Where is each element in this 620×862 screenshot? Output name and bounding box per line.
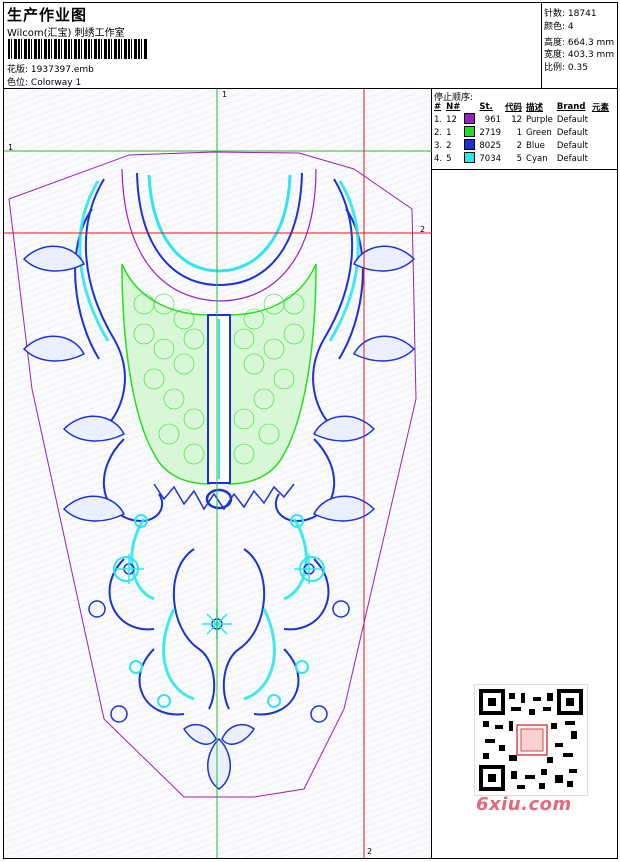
- col-stitches: St.: [479, 102, 493, 112]
- design-file-label: 花版:: [7, 65, 29, 75]
- col-desc: 描述: [526, 103, 544, 113]
- stat-stitches: 针数: 18741: [544, 9, 597, 19]
- stats-panel: 针数: 18741 颜色: 4 高度: 664.3 mm 宽度: 403.3 m…: [542, 3, 617, 89]
- col-index: #: [434, 102, 442, 112]
- color-swatch: [464, 113, 476, 124]
- guide-label-v2: 2: [367, 847, 373, 856]
- design-file-name: 1937397.emb: [30, 65, 94, 75]
- color-swatch: [464, 152, 476, 163]
- green-fill-right: [228, 263, 317, 485]
- color-swatch: [464, 139, 476, 150]
- table-row: 2. 1 2719 1 Green Default: [434, 126, 588, 138]
- table-row: 4. 5 7034 5 Cyan Default: [434, 152, 588, 164]
- stat-scale: 比例: 0.35: [544, 63, 588, 73]
- table-row: 3. 2 8025 2 Blue Default: [434, 139, 588, 151]
- col-code: 代码: [505, 103, 523, 113]
- col-brand: Brand: [556, 102, 586, 112]
- qr-code-icon: [474, 684, 588, 796]
- colorway-row: 色位: Colorway 1: [7, 75, 81, 88]
- green-fill-left: [121, 263, 210, 485]
- col-needle: N#: [446, 102, 461, 112]
- production-worksheet: 生产作业图 Wilcom(汇宝) 刺绣工作室 花版: 1937397.emb 色…: [3, 2, 618, 859]
- guide-label-v1: 1: [222, 90, 228, 99]
- divider: [432, 169, 617, 170]
- stop-sequence-table: # N# St. 代码 描述 Brand 元素 1. 12 961 12 Purpl…: [433, 101, 612, 165]
- page-title: 生产作业图: [7, 6, 88, 24]
- barcode-icon: [8, 39, 148, 59]
- colorway-name: Colorway 1: [30, 78, 82, 88]
- table-row: 1. 12 961 12 Purple Default: [434, 113, 588, 125]
- guide-label-h1: 1: [8, 143, 14, 152]
- stat-colors: 颜色: 4: [544, 22, 574, 32]
- app-subtitle: Wilcom(汇宝) 刺绣工作室: [7, 28, 125, 39]
- col-element: 元素: [591, 103, 609, 113]
- header-panel: 生产作业图 Wilcom(汇宝) 刺绣工作室 花版: 1937397.emb 色…: [4, 3, 542, 89]
- watermark-brand: 6xiu.com: [476, 794, 572, 815]
- color-swatch: [464, 126, 476, 137]
- colorway-label: 色位:: [7, 78, 29, 88]
- table-header-row: # N# St. 代码 描述 Brand 元素: [433, 101, 612, 113]
- col-swatch: [463, 101, 478, 113]
- guide-label-h2: 2: [420, 225, 426, 234]
- design-file-row: 花版: 1937397.emb: [7, 62, 94, 75]
- embroidery-design: [4, 89, 432, 858]
- design-canvas[interactable]: 1 1 2 2: [4, 89, 432, 858]
- stat-width: 宽度: 403.3 mm: [544, 50, 615, 60]
- stop-sequence-panel: 停止顺序: # N# St. 代码 描述 Brand 元素 1. 12 961 …: [432, 89, 617, 858]
